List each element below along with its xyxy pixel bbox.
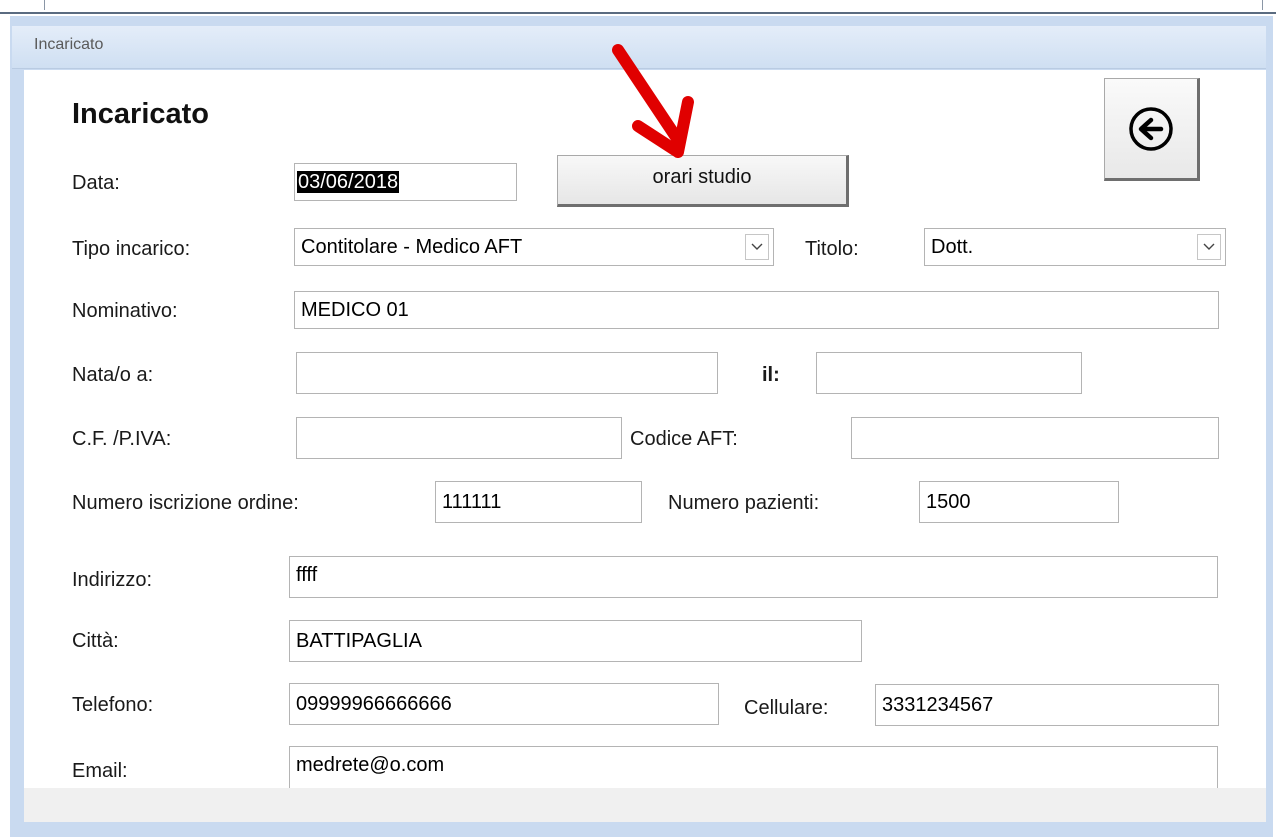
window-title: Incaricato <box>34 36 104 53</box>
indirizzo-label: Indirizzo: <box>72 569 153 591</box>
tipo-incarico-label: Tipo incarico: <box>72 238 191 260</box>
nominativo-label: Nominativo: <box>72 300 178 322</box>
citta-label: Città: <box>72 630 119 652</box>
red-arrow-annotation <box>612 44 694 158</box>
cf-piva-label: C.F. /P.IVA: <box>72 428 172 450</box>
nominativo-field[interactable]: MEDICO 01 <box>294 291 1219 329</box>
citta-field[interactable]: BATTIPAGLIA <box>289 620 862 662</box>
cellulare-label: Cellulare: <box>744 697 829 719</box>
data-label: Data: <box>72 172 120 194</box>
titolo-label: Titolo: <box>805 238 859 260</box>
nata-a-label: Nata/o a: <box>72 364 154 386</box>
il-label: il: <box>762 364 780 386</box>
chevron-down-icon <box>1203 243 1215 250</box>
email-field[interactable]: medrete@o.com <box>289 746 1218 788</box>
tipo-incarico-dropdown-button[interactable] <box>745 234 769 260</box>
chevron-down-icon <box>751 243 763 250</box>
indirizzo-field[interactable]: ffff <box>289 556 1218 598</box>
top-strip <box>0 0 1276 14</box>
numero-pazienti-field[interactable]: 1500 <box>919 481 1119 523</box>
titolo-value: Dott. <box>931 236 974 258</box>
tipo-incarico-value: Contitolare - Medico AFT <box>301 236 523 258</box>
data-field[interactable]: 03/06/2018 <box>294 163 517 201</box>
titolo-dropdown-button[interactable] <box>1197 234 1221 260</box>
numero-pazienti-label: Numero pazienti: <box>668 492 820 514</box>
numero-iscrizione-label: Numero iscrizione ordine: <box>72 492 299 514</box>
back-button[interactable] <box>1104 78 1200 181</box>
back-arrow-icon <box>1129 106 1173 151</box>
nata-a-field[interactable] <box>296 352 718 394</box>
telefono-label: Telefono: <box>72 694 154 716</box>
email-label: Email: <box>72 760 128 782</box>
titolo-combo[interactable]: Dott. <box>924 228 1226 266</box>
telefono-field[interactable]: 09999966666666 <box>289 683 719 725</box>
status-bar <box>24 788 1266 822</box>
form-heading: Incaricato <box>72 98 209 130</box>
il-field[interactable] <box>816 352 1082 394</box>
codice-aft-label: Codice AFT: <box>630 428 738 450</box>
cellulare-field[interactable]: 3331234567 <box>875 684 1219 726</box>
codice-aft-field[interactable] <box>851 417 1219 459</box>
cf-piva-field[interactable] <box>296 417 622 459</box>
tipo-incarico-combo[interactable]: Contitolare - Medico AFT <box>294 228 774 266</box>
numero-iscrizione-field[interactable]: 111111 <box>435 481 642 523</box>
